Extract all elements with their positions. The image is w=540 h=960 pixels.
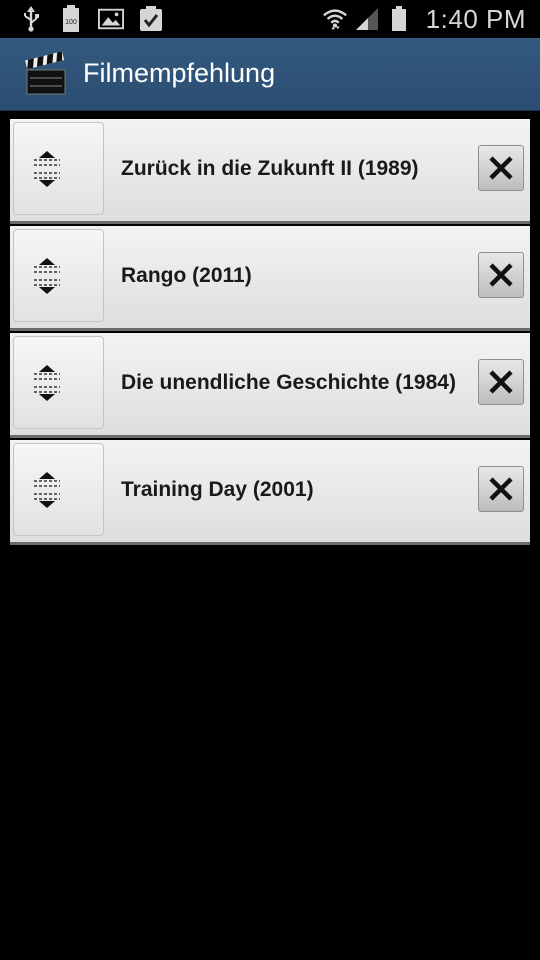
delete-button[interactable] bbox=[478, 145, 524, 191]
list-item[interactable]: Rango (2011) bbox=[10, 226, 530, 331]
battery-icon bbox=[386, 6, 412, 32]
clipboard-check-icon bbox=[138, 6, 164, 32]
list-item[interactable]: Die unendliche Geschichte (1984) bbox=[10, 333, 530, 438]
list-item[interactable]: Zurück in die Zukunft II (1989) bbox=[10, 119, 530, 224]
status-bar: 100 1:40 PM bbox=[0, 0, 540, 38]
drag-handle[interactable] bbox=[13, 229, 104, 322]
close-icon bbox=[489, 156, 513, 180]
list-item[interactable]: Training Day (2001) bbox=[10, 440, 530, 545]
delete-button[interactable] bbox=[478, 466, 524, 512]
delete-button[interactable] bbox=[478, 252, 524, 298]
drag-handle[interactable] bbox=[13, 443, 104, 536]
signal-icon bbox=[354, 6, 380, 32]
close-icon bbox=[489, 477, 513, 501]
drag-handle[interactable] bbox=[13, 336, 104, 429]
usb-icon bbox=[18, 6, 44, 32]
clapperboard-icon[interactable] bbox=[24, 51, 68, 96]
drag-handle[interactable] bbox=[13, 122, 104, 215]
movie-title: Zurück in die Zukunft II (1989) bbox=[121, 156, 419, 180]
battery-percent-label: 100 bbox=[65, 19, 77, 26]
drag-handle-icon bbox=[34, 258, 60, 294]
movie-title: Die unendliche Geschichte (1984) bbox=[121, 370, 456, 394]
status-clock: 1:40 PM bbox=[425, 3, 526, 34]
image-icon bbox=[98, 6, 124, 32]
movie-list: Zurück in die Zukunft II (1989) Rango (2… bbox=[10, 119, 530, 547]
action-bar: Filmempfehlung bbox=[0, 38, 540, 111]
drag-handle-icon bbox=[34, 151, 60, 187]
drag-handle-icon bbox=[34, 472, 60, 508]
battery-full-icon: 100 bbox=[58, 5, 84, 32]
delete-button[interactable] bbox=[478, 359, 524, 405]
drag-handle-icon bbox=[34, 365, 60, 401]
close-icon bbox=[489, 263, 513, 287]
close-icon bbox=[489, 370, 513, 394]
movie-title: Training Day (2001) bbox=[121, 477, 314, 501]
wifi-icon bbox=[322, 6, 348, 32]
movie-title: Rango (2011) bbox=[121, 263, 252, 287]
app-title: Filmempfehlung bbox=[83, 58, 276, 88]
